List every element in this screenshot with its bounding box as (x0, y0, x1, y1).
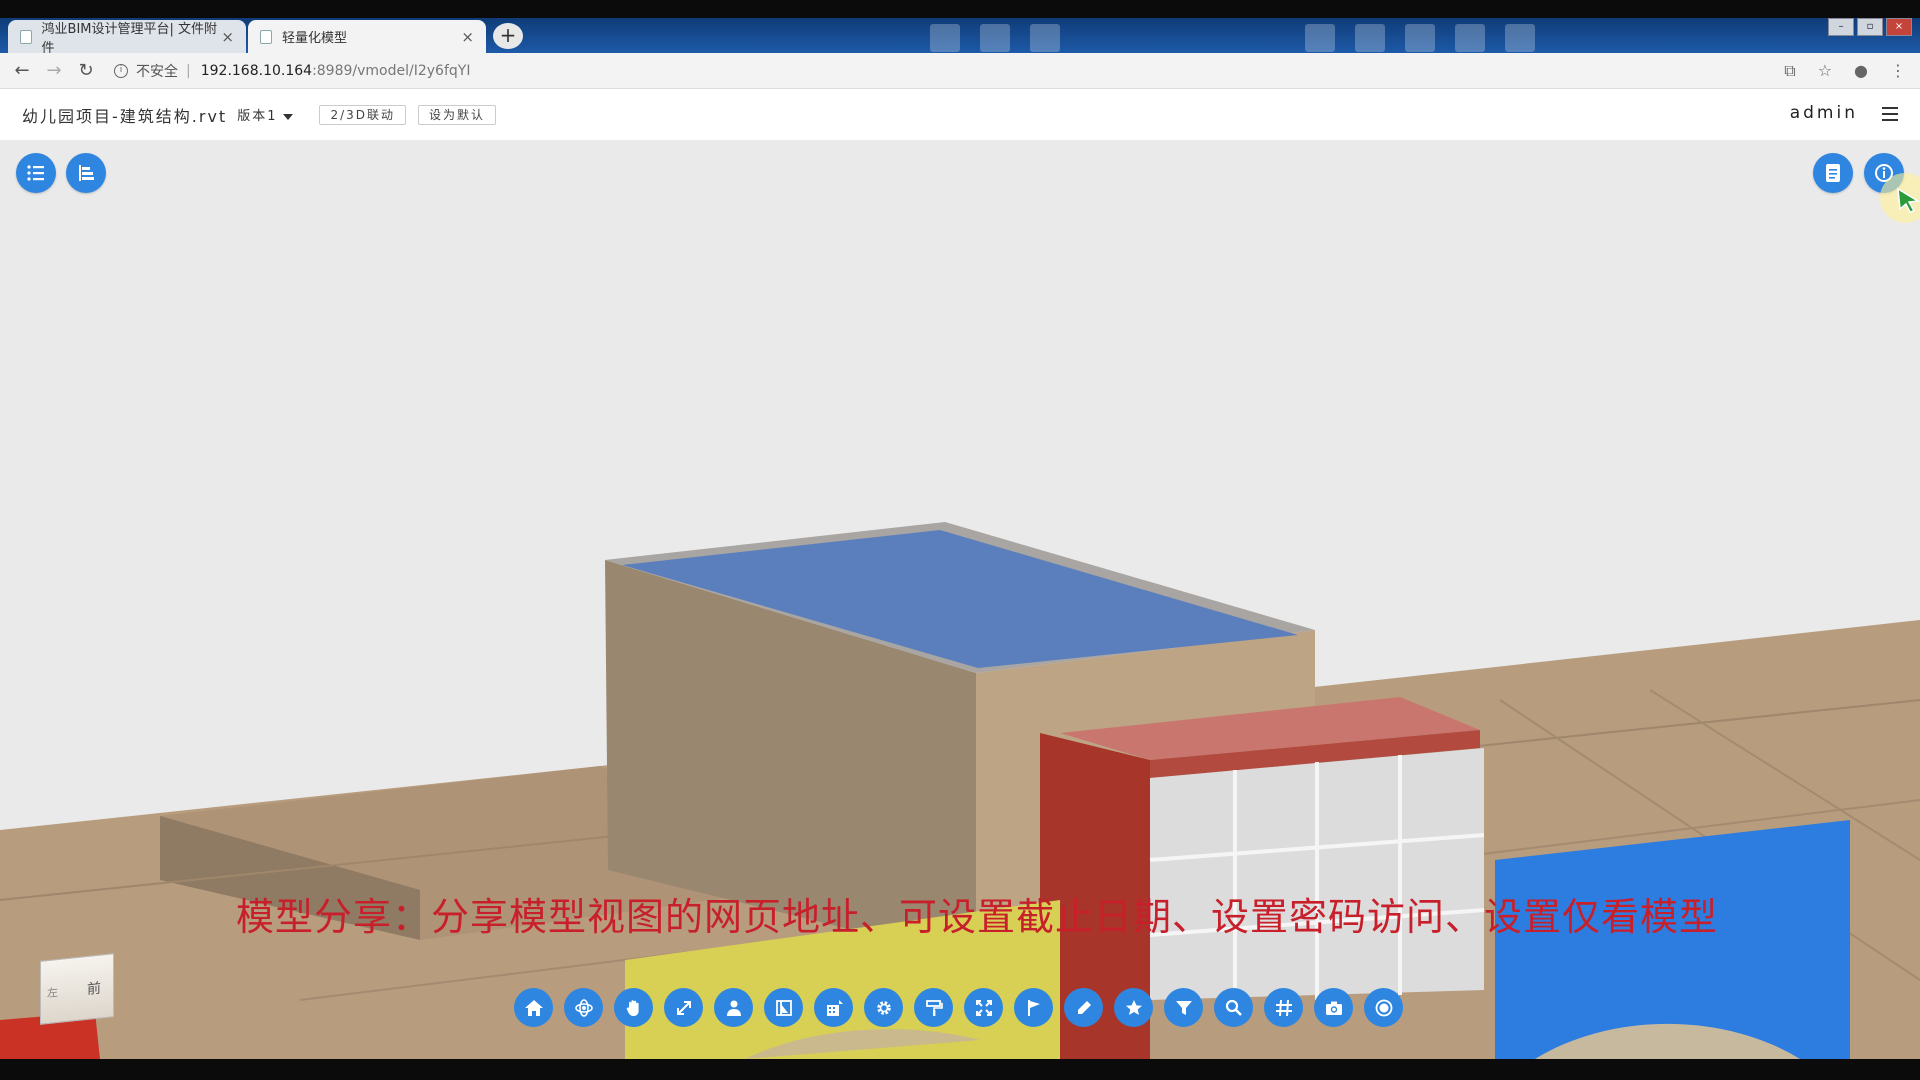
star-icon (1125, 999, 1142, 1015)
viewcube-front-face[interactable]: 前 (87, 977, 101, 998)
tool-walk-button[interactable] (714, 988, 753, 1027)
tool-pan-button[interactable] (614, 988, 653, 1027)
camera-icon (1325, 1001, 1342, 1015)
tool-favorite-button[interactable] (1114, 988, 1153, 1027)
filter-icon (1175, 1000, 1192, 1015)
window-close-button[interactable]: × (1886, 18, 1912, 36)
profile-icon[interactable]: ● (1854, 61, 1868, 81)
user-name[interactable]: admin (1790, 103, 1858, 123)
minimize-button[interactable]: – (1828, 18, 1854, 36)
new-tab-button[interactable]: + (493, 23, 523, 49)
model-viewport[interactable]: 左 前 模型分享：分享模型视图的网页地址、可设置截止日期、设置密码访问、设置仅看… (0, 141, 1920, 1059)
tool-camera-button[interactable] (1314, 988, 1353, 1027)
orbit-icon (574, 998, 593, 1017)
record-icon (1375, 999, 1392, 1016)
tool-pencil-button[interactable] (1064, 988, 1103, 1027)
kebab-menu-icon[interactable]: ⋮ (1890, 61, 1906, 81)
document-button[interactable] (1813, 153, 1853, 193)
security-label: 不安全 (136, 63, 178, 80)
tool-flag-button[interactable] (1014, 988, 1053, 1027)
settings-gear-icon (876, 1000, 891, 1015)
url-host: 192.168.10.164 (200, 62, 313, 79)
url-path: :8989/vmodel/I2y6fqYI (312, 62, 471, 79)
tool-zoom-fit-button[interactable] (664, 988, 703, 1027)
address-actions: ⧉ ☆ ● ⋮ (1784, 61, 1906, 81)
tool-settings-button[interactable] (864, 988, 903, 1027)
grid-hash-icon (1275, 999, 1292, 1016)
close-icon[interactable]: × (461, 28, 474, 46)
tool-fullscreen-button[interactable] (964, 988, 1003, 1027)
window-controls: – ▫ × (1828, 18, 1912, 36)
zoom-fit-icon (676, 1000, 691, 1015)
pencil-icon (1077, 1000, 1091, 1014)
browser-tab-model[interactable]: 轻量化模型 × (248, 20, 486, 53)
tool-filter-button[interactable] (1164, 988, 1203, 1027)
tool-home-button[interactable] (514, 988, 553, 1027)
page-icon (20, 29, 32, 44)
url-field[interactable]: i 不安全 | 192.168.10.164 :8989/vmodel/I2y6… (114, 61, 470, 81)
tool-orbit-button[interactable] (564, 988, 603, 1027)
tool-record-button[interactable] (1364, 988, 1403, 1027)
url-separator: | (186, 62, 191, 79)
cursor-arrow-icon (1897, 187, 1920, 213)
paint-roller-icon (925, 999, 943, 1016)
view-cube[interactable]: 左 前 (40, 953, 114, 1025)
screen-bottom-strip (0, 1059, 1920, 1080)
list-icon (27, 165, 44, 181)
section-icon (775, 999, 792, 1016)
caret-down-icon (283, 113, 294, 120)
address-bar: ← → ↻ i 不安全 | 192.168.10.164 :8989/vmode… (0, 53, 1920, 89)
tool-grid-button[interactable] (1264, 988, 1303, 1027)
pan-hand-icon (626, 999, 639, 1016)
close-icon[interactable]: × (221, 28, 234, 46)
structure-tree-button[interactable] (66, 153, 106, 193)
tool-section-button[interactable] (764, 988, 803, 1027)
building-icon (826, 999, 843, 1016)
reload-icon[interactable]: ↻ (70, 60, 102, 81)
forward-arrow-icon[interactable]: → (38, 60, 70, 81)
browser-tabstrip: 鸿业BIM设计管理平台| 文件附件 × 轻量化模型 × + – ▫ × (0, 18, 1920, 56)
maximize-button[interactable]: ▫ (1857, 18, 1883, 36)
translate-icon[interactable]: ⧉ (1784, 61, 1795, 81)
tab-title: 鸿业BIM设计管理平台| 文件附件 (41, 21, 218, 56)
os-top-strip (0, 0, 1920, 18)
document-icon (1826, 164, 1840, 182)
app-header: 幼儿园项目-建筑结构.rvt 版本1 2/3D联动 设为默认 admin (0, 89, 1920, 141)
desktop-icons-right (1305, 24, 1535, 52)
bookmark-star-icon[interactable]: ☆ (1818, 61, 1832, 81)
caption-subtitle: 模型分享：分享模型视图的网页地址、可设置截止日期、设置密码访问、设置仅看模型 (236, 895, 1719, 939)
version-select[interactable]: 版本1 (237, 105, 294, 124)
list-view-button[interactable] (16, 153, 56, 193)
tool-building-button[interactable] (814, 988, 853, 1027)
flag-icon (1027, 999, 1040, 1016)
fullscreen-icon (975, 999, 992, 1016)
sync-2d-3d-button[interactable]: 2/3D联动 (319, 104, 407, 125)
tool-paint-button[interactable] (914, 988, 953, 1027)
back-arrow-icon[interactable]: ← (6, 60, 38, 81)
tool-search-button[interactable] (1214, 988, 1253, 1027)
tab-title: 轻量化模型 (282, 31, 348, 46)
browser-tab-platform[interactable]: 鸿业BIM设计管理平台| 文件附件 × (8, 20, 246, 56)
home-icon (524, 999, 543, 1016)
viewcube-left-face[interactable]: 左 (47, 984, 58, 1001)
hamburger-menu-icon[interactable] (1882, 107, 1898, 125)
set-default-button[interactable]: 设为默认 (418, 104, 497, 125)
page-icon (260, 29, 272, 44)
person-walk-icon (726, 1000, 741, 1016)
model-file-title: 幼儿园项目-建筑结构.rvt (22, 106, 228, 126)
search-icon (1225, 999, 1242, 1016)
info-circle-icon[interactable]: i (114, 63, 128, 78)
version-label: 版本1 (237, 109, 278, 124)
desktop-icons-left (930, 24, 1060, 52)
viewer-toolbar (514, 988, 1403, 1027)
tree-icon (79, 165, 94, 181)
